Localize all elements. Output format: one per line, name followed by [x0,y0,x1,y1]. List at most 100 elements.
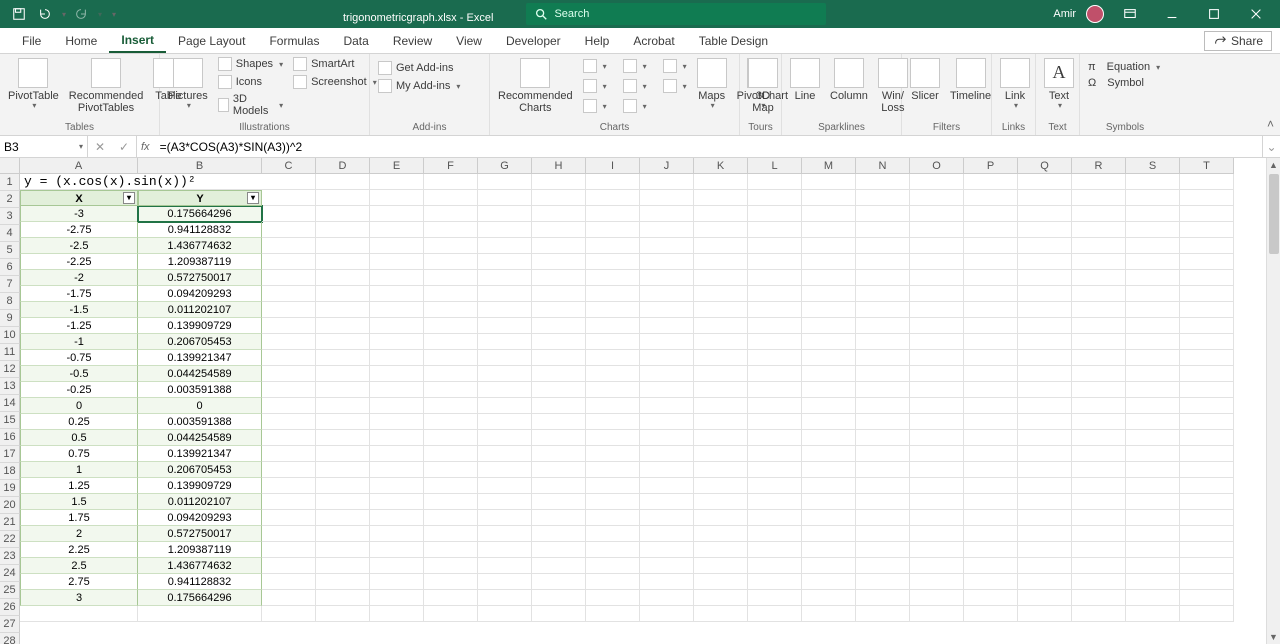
cell-E8[interactable] [370,286,424,302]
cell-J13[interactable] [640,366,694,382]
cell-M1[interactable] [802,174,856,190]
cell-S18[interactable] [1126,446,1180,462]
cell-J26[interactable] [640,574,694,590]
cell-I7[interactable] [586,270,640,286]
cell-N23[interactable] [856,526,910,542]
cell-C12[interactable] [262,350,316,366]
cell-I4[interactable] [586,222,640,238]
cell-N8[interactable] [856,286,910,302]
maximize-button[interactable] [1198,0,1230,28]
column-header-D[interactable]: D [316,158,370,174]
cell-Q4[interactable] [1018,222,1072,238]
cell-T7[interactable] [1180,270,1234,286]
tab-review[interactable]: Review [381,30,444,52]
cell-K26[interactable] [694,574,748,590]
cell-P26[interactable] [964,574,1018,590]
tab-help[interactable]: Help [573,30,622,52]
cell-A3[interactable]: -3 [20,206,138,222]
cell-O24[interactable] [910,542,964,558]
cell-A13[interactable]: -0.5 [20,366,138,382]
cell-S8[interactable] [1126,286,1180,302]
cell-H28[interactable] [532,606,586,622]
cell-B2[interactable]: Y▾ [138,190,262,206]
3d-map-button[interactable]: 3D Map [744,56,782,116]
cell-D28[interactable] [316,606,370,622]
cell-P14[interactable] [964,382,1018,398]
cell-E18[interactable] [370,446,424,462]
cell-F2[interactable] [424,190,478,206]
filter-drop-x[interactable]: ▾ [123,192,135,204]
cell-J4[interactable] [640,222,694,238]
cell-T6[interactable] [1180,254,1234,270]
cell-P25[interactable] [964,558,1018,574]
row-header-27[interactable]: 27 [0,616,20,633]
cell-A8[interactable]: -1.75 [20,286,138,302]
cell-C20[interactable] [262,478,316,494]
cell-N4[interactable] [856,222,910,238]
cell-D7[interactable] [316,270,370,286]
cell-A21[interactable]: 1.5 [20,494,138,510]
cell-F13[interactable] [424,366,478,382]
name-box[interactable]: ▾ [0,136,88,157]
cell-H3[interactable] [532,206,586,222]
row-header-22[interactable]: 22 [0,531,20,548]
cell-L23[interactable] [748,526,802,542]
cell-N28[interactable] [856,606,910,622]
cell-M9[interactable] [802,302,856,318]
fx-icon[interactable]: fx [137,136,154,157]
vertical-scrollbar[interactable]: ▲ ▼ [1266,158,1280,644]
cell-I13[interactable] [586,366,640,382]
cell-Q25[interactable] [1018,558,1072,574]
cell-N18[interactable] [856,446,910,462]
cell-A5[interactable]: -2.5 [20,238,138,254]
cell-L6[interactable] [748,254,802,270]
cell-A11[interactable]: -1 [20,334,138,350]
cell-P28[interactable] [964,606,1018,622]
cell-N6[interactable] [856,254,910,270]
cell-P8[interactable] [964,286,1018,302]
cell-E15[interactable] [370,398,424,414]
cell-P23[interactable] [964,526,1018,542]
column-header-N[interactable]: N [856,158,910,174]
cell-L4[interactable] [748,222,802,238]
column-header-B[interactable]: B [138,158,262,174]
column-header-Q[interactable]: Q [1018,158,1072,174]
cell-E13[interactable] [370,366,424,382]
cell-T2[interactable] [1180,190,1234,206]
cell-D15[interactable] [316,398,370,414]
cell-M28[interactable] [802,606,856,622]
cell-R15[interactable] [1072,398,1126,414]
cell-H23[interactable] [532,526,586,542]
avatar[interactable] [1086,5,1104,23]
save-button[interactable] [8,3,30,25]
cell-C22[interactable] [262,510,316,526]
cell-P6[interactable] [964,254,1018,270]
row-header-28[interactable]: 28 [0,633,20,644]
cell-K14[interactable] [694,382,748,398]
cell-Q28[interactable] [1018,606,1072,622]
cell-D14[interactable] [316,382,370,398]
cell-R10[interactable] [1072,318,1126,334]
close-button[interactable] [1240,0,1272,28]
formula-input[interactable] [154,136,1262,157]
cell-L1[interactable] [748,174,802,190]
cell-O11[interactable] [910,334,964,350]
cell-L22[interactable] [748,510,802,526]
undo-button[interactable] [34,3,56,25]
row-header-6[interactable]: 6 [0,259,20,276]
cell-E5[interactable] [370,238,424,254]
cell-H26[interactable] [532,574,586,590]
cell-H19[interactable] [532,462,586,478]
cell-S3[interactable] [1126,206,1180,222]
cell-O18[interactable] [910,446,964,462]
row-header-3[interactable]: 3 [0,208,20,225]
cell-E27[interactable] [370,590,424,606]
cell-N1[interactable] [856,174,910,190]
cell-D23[interactable] [316,526,370,542]
cell-D27[interactable] [316,590,370,606]
cell-T18[interactable] [1180,446,1234,462]
cell-E21[interactable] [370,494,424,510]
cell-D11[interactable] [316,334,370,350]
icons-button[interactable]: Icons [214,74,287,90]
cell-L10[interactable] [748,318,802,334]
